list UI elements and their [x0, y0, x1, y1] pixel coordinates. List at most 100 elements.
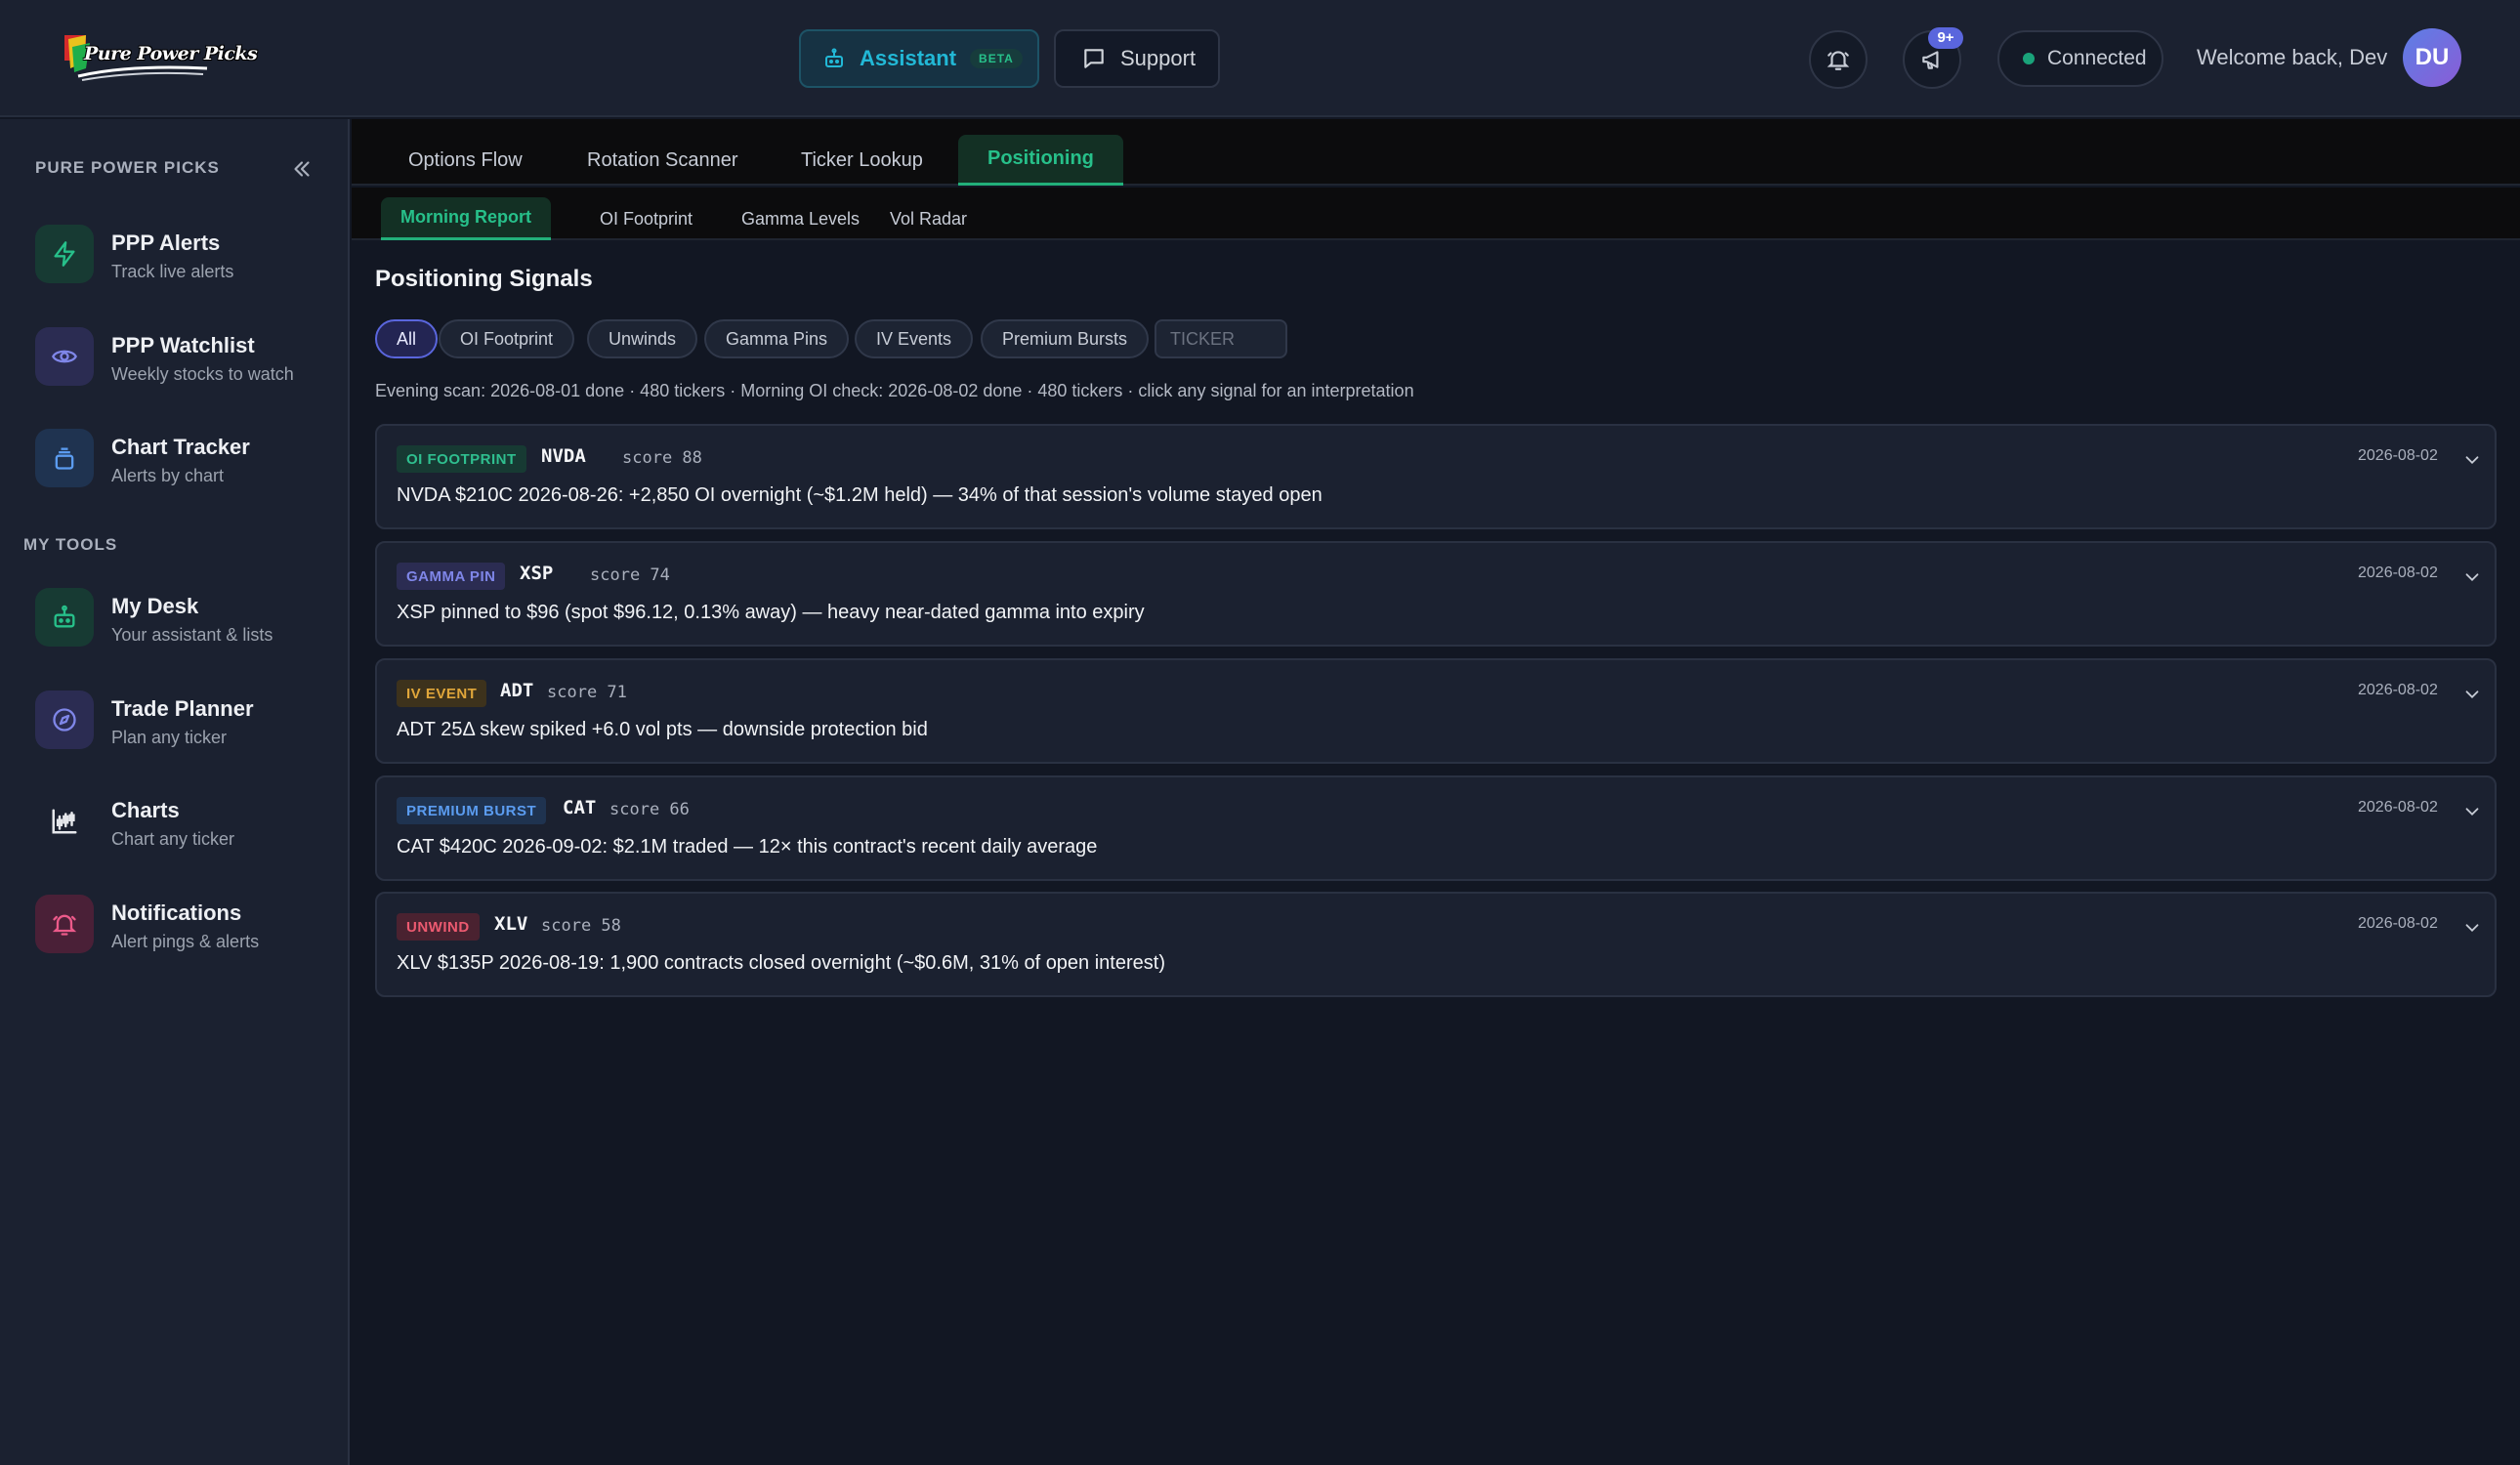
filter-chip-premium-bursts[interactable]: Premium Bursts — [981, 319, 1150, 358]
lightning-icon — [35, 225, 94, 283]
sidebar-item-trade-planner[interactable]: Trade Planner Plan any ticker — [35, 689, 328, 757]
signal-date: 2026-08-02 — [2358, 565, 2438, 581]
bell-icon — [1827, 51, 1850, 70]
sidebar-item-subtitle: Your assistant & lists — [111, 625, 273, 645]
chevron-down-icon[interactable] — [2461, 684, 2483, 705]
signal-tag: GAMMA PIN — [397, 563, 506, 590]
sidebar-item-subtitle: Alert pings & alerts — [111, 932, 260, 951]
subtab-oi-footprint[interactable]: OI Footprint — [580, 197, 712, 240]
sidebar-item-subtitle: Weekly stocks to watch — [111, 364, 294, 384]
signal-description: NVDA $210C 2026-08-26: +2,850 OI overnig… — [397, 484, 1323, 506]
sidebar-item-subtitle: Plan any ticker — [111, 728, 228, 747]
bell-icon — [35, 895, 94, 953]
subtab-morning-report[interactable]: Morning Report — [381, 197, 551, 240]
compass-icon — [35, 691, 94, 749]
scan-status-text: Evening scan: 2026-08-01 done · 480 tick… — [375, 381, 1414, 400]
assistant-button[interactable]: Assistant BETA — [799, 29, 1039, 88]
sidebar-item-my-desk[interactable]: My Desk Your assistant & lists — [35, 586, 328, 654]
logo-text: Pure Power Picks — [84, 43, 258, 64]
signal-card[interactable]: UNWIND XLV score 58 2026-08-02 XLV $135P… — [375, 892, 2497, 997]
user-avatar[interactable]: DU — [2403, 28, 2461, 87]
filter-chip-iv-events[interactable]: IV Events — [855, 319, 974, 358]
signal-score: score 58 — [541, 916, 621, 936]
signal-card[interactable]: PREMIUM BURST CAT score 66 2026-08-02 CA… — [375, 775, 2497, 881]
announcements-count-badge: 9+ — [1928, 27, 1963, 49]
signal-score: score 71 — [547, 683, 627, 702]
layers-icon — [35, 429, 94, 487]
signal-symbol: ADT — [500, 680, 534, 701]
signal-symbol: XLV — [494, 913, 528, 935]
page-title: Positioning Signals — [375, 266, 593, 292]
signal-tag: PREMIUM BURST — [397, 797, 547, 824]
megaphone-icon — [1922, 51, 1939, 69]
chevron-down-icon[interactable] — [2461, 801, 2483, 822]
sidebar-item-title: Trade Planner — [111, 696, 254, 721]
filter-chip-gamma-pins[interactable]: Gamma Pins — [704, 319, 850, 358]
sidebar-item-title: PPP Alerts — [111, 230, 221, 255]
signal-tag: IV EVENT — [397, 680, 487, 707]
eye-icon — [35, 327, 94, 386]
chevron-down-icon[interactable] — [2461, 566, 2483, 588]
signal-description: CAT $420C 2026-09-02: $2.1M traded — 12×… — [397, 836, 1098, 858]
support-button[interactable]: Support — [1054, 29, 1220, 88]
subtab-vol-radar[interactable]: Vol Radar — [870, 197, 987, 240]
sidebar-item-title: PPP Watchlist — [111, 333, 255, 357]
sidebar-item-subtitle: Alerts by chart — [111, 466, 225, 485]
tab-rotation-scanner[interactable]: Rotation Scanner — [558, 135, 768, 186]
robot-icon — [825, 48, 843, 67]
filter-chip-unwinds[interactable]: Unwinds — [587, 319, 698, 358]
sidebar-item-title: Chart Tracker — [111, 435, 250, 459]
signal-date: 2026-08-02 — [2358, 682, 2438, 698]
signal-symbol: XSP — [520, 563, 554, 584]
sidebar-item-subtitle: Track live alerts — [111, 262, 234, 281]
double-chevron-left-icon — [294, 161, 310, 177]
sidebar-item-charts[interactable]: Charts Chart any ticker — [35, 790, 328, 858]
signal-score: score 74 — [590, 565, 670, 585]
chevron-down-icon[interactable] — [2461, 917, 2483, 939]
signal-symbol: NVDA — [541, 445, 586, 467]
beta-badge: BETA — [970, 49, 1023, 68]
tab-positioning[interactable]: Positioning — [958, 135, 1123, 186]
welcome-text: Welcome back, Dev — [2197, 45, 2388, 69]
sidebar-item-ppp-alerts[interactable]: PPP Alerts Track live alerts — [35, 223, 328, 291]
notifications-button[interactable] — [1809, 30, 1868, 89]
signal-symbol: CAT — [563, 797, 597, 818]
signal-card[interactable]: GAMMA PIN XSP score 74 2026-08-02 XSP pi… — [375, 541, 2497, 647]
secondary-tabs: Morning Report OI Footprint Gamma Levels… — [352, 188, 2520, 240]
signal-tag: OI FOOTPRINT — [397, 445, 526, 473]
filter-chip-oi-footprint[interactable]: OI Footprint — [439, 319, 575, 358]
signal-description: ADT 25Δ skew spiked +6.0 vol pts — downs… — [397, 719, 928, 740]
signal-score: score 66 — [609, 800, 690, 819]
signal-score: score 88 — [622, 448, 702, 468]
sidebar-item-notifications[interactable]: Notifications Alert pings & alerts — [35, 893, 328, 961]
sidebar-item-title: Notifications — [111, 900, 242, 925]
sidebar: PURE POWER PICKS PPP Alerts Track live a… — [0, 119, 350, 1465]
tab-ticker-lookup[interactable]: Ticker Lookup — [772, 135, 952, 186]
sidebar-item-title: Charts — [111, 798, 180, 822]
signal-description: XLV $135P 2026-08-19: 1,900 contracts cl… — [397, 952, 1165, 974]
robot-icon — [35, 588, 94, 647]
chevron-down-icon[interactable] — [2461, 449, 2483, 471]
signal-description: XSP pinned to $96 (spot $96.12, 0.13% aw… — [397, 602, 1145, 623]
tab-options-flow[interactable]: Options Flow — [379, 135, 552, 186]
sidebar-section-my-tools: MY TOOLS — [23, 535, 118, 554]
sidebar-brand: PURE POWER PICKS — [35, 158, 220, 177]
collapse-sidebar-button[interactable] — [289, 156, 315, 187]
sidebar-item-chart-tracker[interactable]: Chart Tracker Alerts by chart — [35, 427, 328, 495]
signal-card[interactable]: IV EVENT ADT score 71 2026-08-02 ADT 25Δ… — [375, 658, 2497, 764]
signal-date: 2026-08-02 — [2358, 799, 2438, 816]
filter-chip-all[interactable]: All — [375, 319, 439, 358]
signal-date: 2026-08-02 — [2358, 915, 2438, 932]
ticker-search-input[interactable] — [1155, 319, 1287, 358]
top-header: Pure Power Picks Assistant BETA Support — [0, 0, 2520, 117]
sidebar-item-ppp-watchlist[interactable]: PPP Watchlist Weekly stocks to watch — [35, 325, 328, 394]
main-content: Options Flow Rotation Scanner Ticker Loo… — [352, 119, 2520, 1465]
candlestick-icon — [35, 792, 94, 851]
signal-card[interactable]: OI FOOTPRINT NVDA score 88 2026-08-02 NV… — [375, 424, 2497, 529]
signal-tag: UNWIND — [397, 913, 480, 941]
subtab-gamma-levels[interactable]: Gamma Levels — [722, 197, 879, 240]
connection-status-label: Connected — [2047, 47, 2147, 69]
brand-logo[interactable]: Pure Power Picks — [61, 29, 258, 84]
support-label: Support — [1120, 46, 1197, 70]
primary-tabs: Options Flow Rotation Scanner Ticker Loo… — [352, 119, 2520, 186]
